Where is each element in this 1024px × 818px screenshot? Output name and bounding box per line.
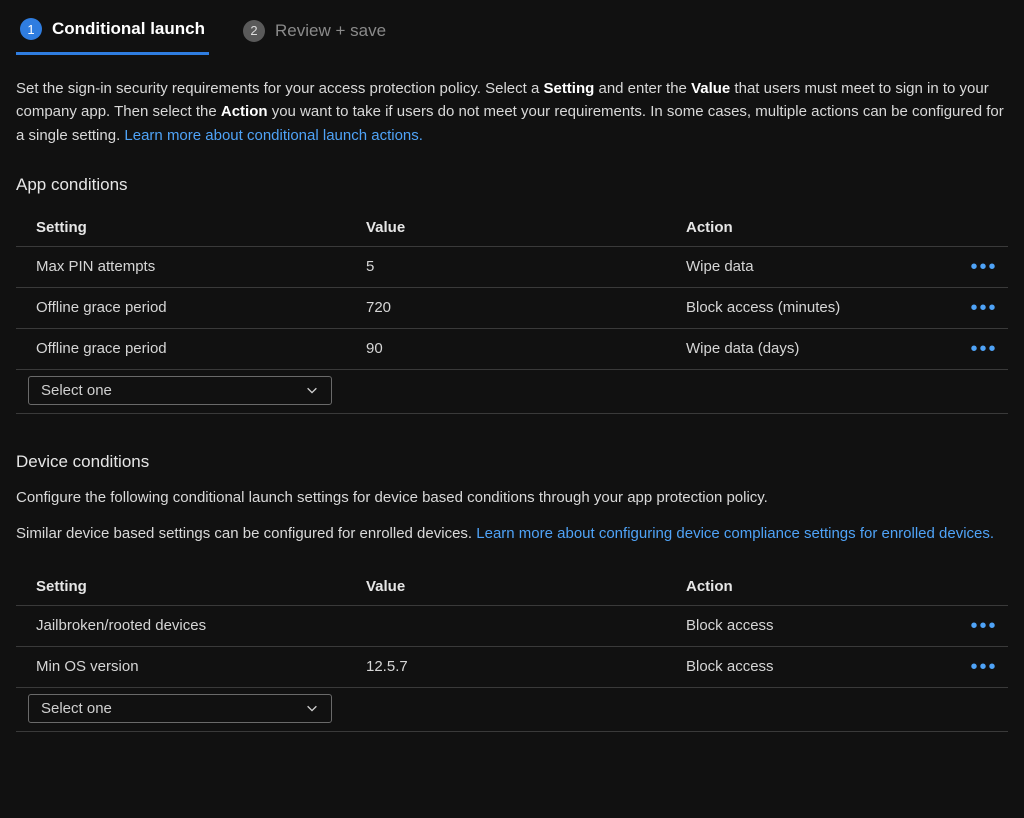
select-row: Select one	[16, 370, 1008, 414]
cell-value: 12.5.7	[366, 658, 686, 675]
select-placeholder: Select one	[41, 382, 112, 399]
device-desc-2: Similar device based settings can be con…	[16, 522, 1006, 546]
cell-value: 720	[366, 299, 686, 316]
device-desc-text: Similar device based settings can be con…	[16, 525, 476, 542]
select-row: Select one	[16, 688, 1008, 732]
cell-setting: Offline grace period	[36, 340, 366, 357]
col-header-action: Action	[686, 578, 964, 595]
app-conditions-table: Setting Value Action Max PIN attempts 5 …	[16, 209, 1008, 414]
cell-action: Wipe data	[686, 258, 964, 275]
cell-setting: Min OS version	[36, 658, 366, 675]
intro-bold: Setting	[543, 80, 594, 97]
device-conditions-table: Setting Value Action Jailbroken/rooted d…	[16, 568, 1008, 732]
table-row: Min OS version 12.5.7 Block access •••	[16, 647, 1008, 688]
device-conditions-heading: Device conditions	[16, 452, 1008, 472]
cell-action: Block access	[686, 617, 964, 634]
chevron-down-icon	[305, 701, 319, 715]
tab-step-number: 2	[243, 20, 265, 42]
cell-value: 90	[366, 340, 686, 357]
intro-text: Set the sign-in security requirements fo…	[16, 77, 1006, 147]
row-more-icon[interactable]: •••	[964, 339, 1004, 359]
col-header-action: Action	[686, 219, 964, 236]
learn-more-link-conditional-launch[interactable]: Learn more about conditional launch acti…	[124, 127, 423, 144]
row-more-icon[interactable]: •••	[964, 298, 1004, 318]
cell-action: Wipe data (days)	[686, 340, 964, 357]
table-row: Max PIN attempts 5 Wipe data •••	[16, 247, 1008, 288]
tab-conditional-launch[interactable]: 1 Conditional launch	[16, 10, 209, 55]
col-header-value: Value	[366, 219, 686, 236]
cell-setting: Jailbroken/rooted devices	[36, 617, 366, 634]
tab-label: Conditional launch	[52, 19, 205, 39]
table-header-row: Setting Value Action	[16, 568, 1008, 606]
content-area: Set the sign-in security requirements fo…	[0, 55, 1024, 732]
intro-part: and enter the	[594, 80, 691, 97]
device-conditions-section: Device conditions Configure the followin…	[16, 452, 1008, 732]
app-conditions-heading: App conditions	[16, 175, 1008, 195]
row-more-icon[interactable]: •••	[964, 616, 1004, 636]
col-header-value: Value	[366, 578, 686, 595]
intro-bold: Value	[691, 80, 730, 97]
wizard-tabs: 1 Conditional launch 2 Review + save	[0, 0, 1024, 55]
table-row: Offline grace period 720 Block access (m…	[16, 288, 1008, 329]
cell-action: Block access	[686, 658, 964, 675]
table-header-row: Setting Value Action	[16, 209, 1008, 247]
cell-action: Block access (minutes)	[686, 299, 964, 316]
chevron-down-icon	[305, 383, 319, 397]
intro-bold: Action	[221, 103, 268, 120]
cell-setting: Offline grace period	[36, 299, 366, 316]
tab-review-save[interactable]: 2 Review + save	[239, 12, 390, 54]
device-desc-1: Configure the following conditional laun…	[16, 486, 1006, 510]
tab-label: Review + save	[275, 21, 386, 41]
learn-more-link-device-compliance[interactable]: Learn more about configuring device comp…	[476, 525, 994, 542]
cell-value: 5	[366, 258, 686, 275]
select-placeholder: Select one	[41, 700, 112, 717]
device-setting-select[interactable]: Select one	[28, 694, 332, 723]
intro-part: Set the sign-in security requirements fo…	[16, 80, 543, 97]
row-more-icon[interactable]: •••	[964, 257, 1004, 277]
table-row: Offline grace period 90 Wipe data (days)…	[16, 329, 1008, 370]
col-header-setting: Setting	[36, 219, 366, 236]
table-row: Jailbroken/rooted devices Block access •…	[16, 606, 1008, 647]
app-setting-select[interactable]: Select one	[28, 376, 332, 405]
row-more-icon[interactable]: •••	[964, 657, 1004, 677]
cell-setting: Max PIN attempts	[36, 258, 366, 275]
tab-step-number: 1	[20, 18, 42, 40]
col-header-setting: Setting	[36, 578, 366, 595]
